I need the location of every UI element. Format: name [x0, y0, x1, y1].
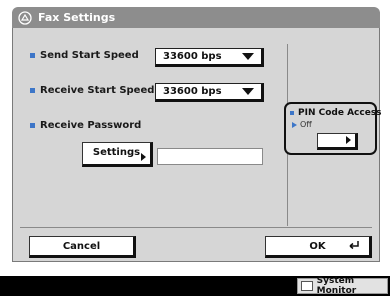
enter-icon	[349, 241, 359, 250]
pin-code-access-button[interactable]	[317, 133, 358, 150]
send-start-speed-dropdown[interactable]: 33600 bps	[155, 48, 264, 67]
chevron-down-icon	[242, 53, 254, 60]
pin-code-access-group: PIN Code Access Off	[284, 102, 382, 155]
fax-settings-screen: Fax Settings Send Start Speed 33600 bps …	[0, 0, 390, 296]
triangle-right-icon	[292, 121, 297, 128]
monitor-icon	[301, 281, 313, 291]
pin-code-access-text: PIN Code Access	[298, 108, 382, 118]
horizontal-divider	[20, 227, 372, 228]
password-settings-button[interactable]: Settings	[82, 142, 153, 167]
password-settings-label: Settings	[92, 147, 141, 158]
receive-password-field[interactable]	[157, 148, 263, 165]
bullet-icon	[30, 53, 35, 58]
receive-start-speed-label: Receive Start Speed	[30, 85, 154, 96]
cancel-button[interactable]: Cancel	[29, 236, 136, 258]
bullet-icon	[290, 111, 294, 115]
receive-password-text: Receive Password	[40, 120, 142, 131]
receive-start-speed-value: 33600 bps	[163, 86, 222, 97]
pin-code-status-text: Off	[300, 120, 312, 129]
chevron-down-icon	[242, 88, 254, 95]
ok-button[interactable]: OK	[265, 236, 372, 258]
cancel-label: Cancel	[62, 241, 101, 252]
system-monitor-button[interactable]: System Monitor	[297, 276, 388, 296]
triangle-right-icon	[346, 136, 351, 144]
title-bar: Fax Settings	[12, 7, 380, 28]
pin-code-access-status: Off	[292, 120, 312, 129]
page-title: Fax Settings	[38, 11, 116, 24]
pin-code-access-label: PIN Code Access	[290, 108, 382, 118]
receive-password-label: Receive Password	[30, 120, 141, 131]
system-monitor-label: System Monitor	[316, 276, 357, 296]
receive-start-speed-dropdown[interactable]: 33600 bps	[155, 83, 264, 102]
send-start-speed-text: Send Start Speed	[40, 50, 139, 61]
bullet-icon	[30, 88, 35, 93]
fax-icon	[18, 10, 32, 25]
send-start-speed-value: 33600 bps	[163, 51, 222, 62]
triangle-right-icon	[141, 153, 146, 161]
receive-start-speed-text: Receive Start Speed	[40, 85, 155, 96]
bullet-icon	[30, 123, 35, 128]
send-start-speed-label: Send Start Speed	[30, 50, 139, 61]
